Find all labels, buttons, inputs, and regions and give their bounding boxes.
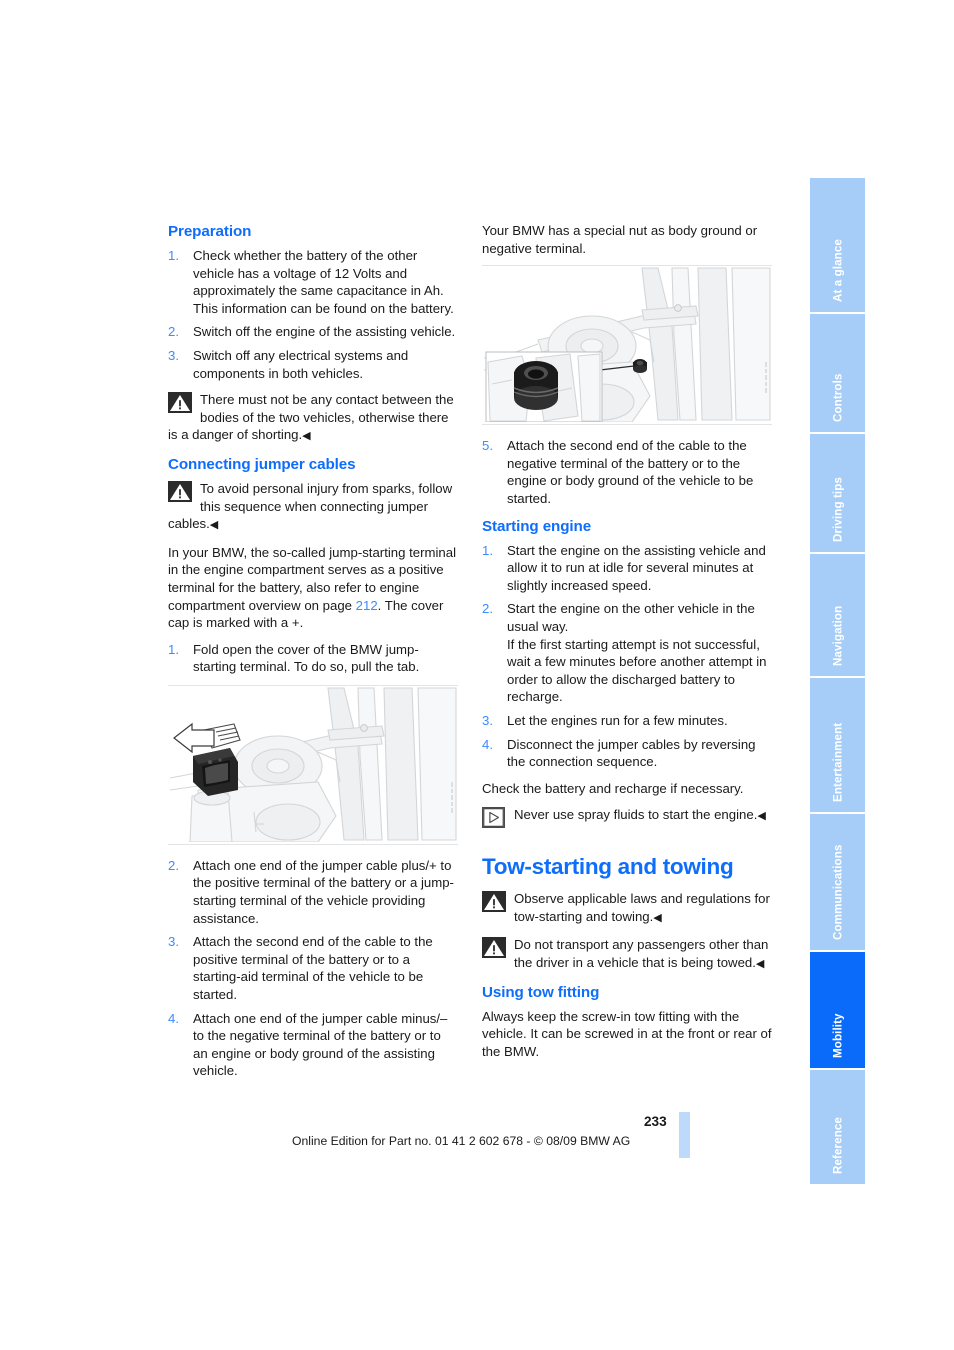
list-item: 2. Start the engine on the other vehicle…	[482, 600, 772, 706]
warning-triangle-icon	[168, 480, 192, 502]
page-title-tow-starting: Tow-starting and towing	[482, 854, 734, 880]
step-text: Attach one end of the jumper cable plus/…	[193, 857, 454, 926]
jumper-cable-step-5-list: 5. Attach the second end of the cable to…	[482, 437, 772, 507]
list-item: 1. Fold open the cover of the BMW jump-s…	[168, 641, 458, 676]
step-number: 2.	[482, 601, 493, 617]
tab-label: Driving tips	[831, 477, 844, 542]
tab-mobility[interactable]: Mobility	[810, 952, 865, 1068]
warning-triangle-icon	[168, 392, 192, 414]
tab-entertainment[interactable]: Entertainment	[810, 678, 865, 812]
warning-notice-sparks: To avoid personal injury from sparks, fo…	[168, 480, 458, 535]
warning-text: To avoid personal injury from sparks, fo…	[168, 480, 453, 532]
step-number: 2.	[168, 324, 179, 340]
warning-triangle-icon	[482, 937, 506, 959]
tab-label: Controls	[831, 373, 844, 422]
tow-fitting-text: Always keep the screw-in tow fitting wit…	[482, 1008, 772, 1059]
step-number: 4.	[168, 1010, 179, 1026]
warning-text: Observe applicable laws and regulations …	[514, 891, 770, 924]
step-text: Attach one end of the jumper cable minus…	[193, 1010, 448, 1079]
step-text: Attach the second end of the cable to th…	[507, 438, 754, 506]
list-item: 5. Attach the second end of the cable to…	[482, 437, 772, 507]
step-text: Start the engine on the other vehicle in…	[507, 601, 755, 634]
battery-recharge-text: Check the battery and recharge if necess…	[482, 780, 744, 796]
tab-label: Navigation	[831, 605, 844, 666]
right-text-column: Your BMW has a special nut as body groun…	[482, 222, 772, 1069]
heading-starting-engine: Starting engine	[482, 517, 592, 535]
end-marker: ◀	[757, 810, 766, 823]
list-item: 3. Switch off any electrical systems and…	[168, 347, 458, 382]
list-item: 3. Attach the second end of the cable to…	[168, 933, 458, 1003]
step-subtext: If the first starting attempt is not suc…	[507, 636, 767, 705]
tab-driving-tips[interactable]: Driving tips	[810, 434, 865, 552]
page-number-bar	[679, 1112, 690, 1158]
tab-label: Mobility	[831, 1013, 844, 1058]
step-text: Switch off the engine of the assisting v…	[193, 324, 456, 340]
figure-jump-starting-terminal	[168, 684, 458, 845]
note-triangle-icon	[482, 807, 506, 829]
figure-body-ground-nut	[482, 265, 772, 426]
list-item: 2. Attach one end of the jumper cable pl…	[168, 857, 458, 927]
end-marker: ◀	[209, 519, 219, 532]
step-number: 3.	[482, 712, 493, 728]
list-item: 4. Disconnect the jumper cables by rever…	[482, 736, 772, 771]
list-item: 1. Start the engine on the assisting veh…	[482, 542, 772, 595]
jumper-cable-step-1-list: 1. Fold open the cover of the BMW jump-s…	[168, 641, 458, 676]
tab-label: Communications	[831, 844, 844, 940]
tab-navigation[interactable]: Navigation	[810, 554, 865, 676]
heading-using-tow-fitting: Using tow fitting	[482, 983, 600, 1001]
heading-connecting-jumper-cables: Connecting jumper cables	[168, 455, 356, 473]
list-item: 2. Switch off the engine of the assistin…	[168, 323, 458, 341]
step-number: 1.	[168, 641, 179, 657]
page-reference-link[interactable]: 212	[356, 598, 378, 613]
step-text: Fold open the cover of the BMW jump-star…	[193, 641, 420, 675]
warning-notice-laws: Observe applicable laws and regulations …	[482, 890, 772, 927]
jumper-cable-steps-list: 2. Attach one end of the jumper cable pl…	[168, 857, 458, 1080]
heading-preparation: Preparation	[168, 223, 252, 240]
end-marker: ◀	[653, 911, 662, 924]
note-text: Never use spray fluids to start the engi…	[514, 807, 766, 823]
starting-engine-steps-list: 1. Start the engine on the assisting veh…	[482, 542, 772, 771]
list-item: 3. Let the engines run for a few minutes…	[482, 712, 772, 730]
step-text: Switch off any electrical systems and co…	[193, 347, 409, 381]
warning-text: Do not transport any passengers other th…	[514, 937, 769, 971]
step-number: 1.	[482, 542, 493, 558]
page-footer: 233 Online Edition for Part no. 01 41 2 …	[0, 1112, 954, 1166]
preparation-steps-list: 1. Check whether the battery of the othe…	[168, 247, 458, 382]
step-number: 4.	[482, 736, 493, 752]
step-number: 2.	[168, 857, 179, 873]
warning-triangle-icon	[482, 891, 506, 913]
warning-notice-passengers: Do not transport any passengers other th…	[482, 936, 772, 973]
step-number: 5.	[482, 438, 493, 454]
list-item: 1. Check whether the battery of the othe…	[168, 247, 458, 317]
step-text: Start the engine on the assisting vehicl…	[507, 542, 766, 593]
note-spray-fluids: Never use spray fluids to start the engi…	[482, 806, 772, 829]
manual-page: Preparation 1. Check whether the battery…	[0, 0, 954, 1350]
page-number: 233	[644, 1114, 667, 1129]
step-number: 1.	[168, 248, 179, 263]
tab-communications[interactable]: Communications	[810, 814, 865, 950]
tab-label: Entertainment	[831, 722, 844, 802]
end-marker: ◀	[755, 958, 765, 971]
step-text: Attach the second end of the cable to th…	[193, 934, 433, 1003]
tab-at-a-glance[interactable]: At a glance	[810, 178, 865, 312]
footer-copyright-text: Online Edition for Part no. 01 41 2 602 …	[292, 1134, 631, 1148]
step-text: Disconnect the jumper cables by reversin…	[507, 736, 756, 770]
tab-label: At a glance	[831, 239, 844, 302]
step-number: 3.	[168, 934, 179, 950]
warning-text: There must not be any contact between th…	[168, 392, 454, 443]
step-text: Check whether the battery of the other v…	[193, 248, 454, 316]
tab-controls[interactable]: Controls	[810, 314, 865, 432]
jump-terminal-description: In your BMW, the so-called jump-starting…	[168, 544, 458, 632]
warning-notice-shorting: There must not be any contact between th…	[168, 391, 458, 446]
left-text-column: Preparation 1. Check whether the battery…	[168, 222, 458, 1089]
list-item: 4. Attach one end of the jumper cable mi…	[168, 1010, 458, 1080]
step-number: 3.	[168, 347, 179, 363]
step-text: Let the engines run for a few minutes.	[507, 712, 728, 728]
body-ground-note: Your BMW has a special nut as body groun…	[482, 223, 758, 256]
end-marker: ◀	[302, 430, 311, 443]
chapter-tab-strip: At a glance Controls Driving tips Naviga…	[810, 178, 865, 1186]
